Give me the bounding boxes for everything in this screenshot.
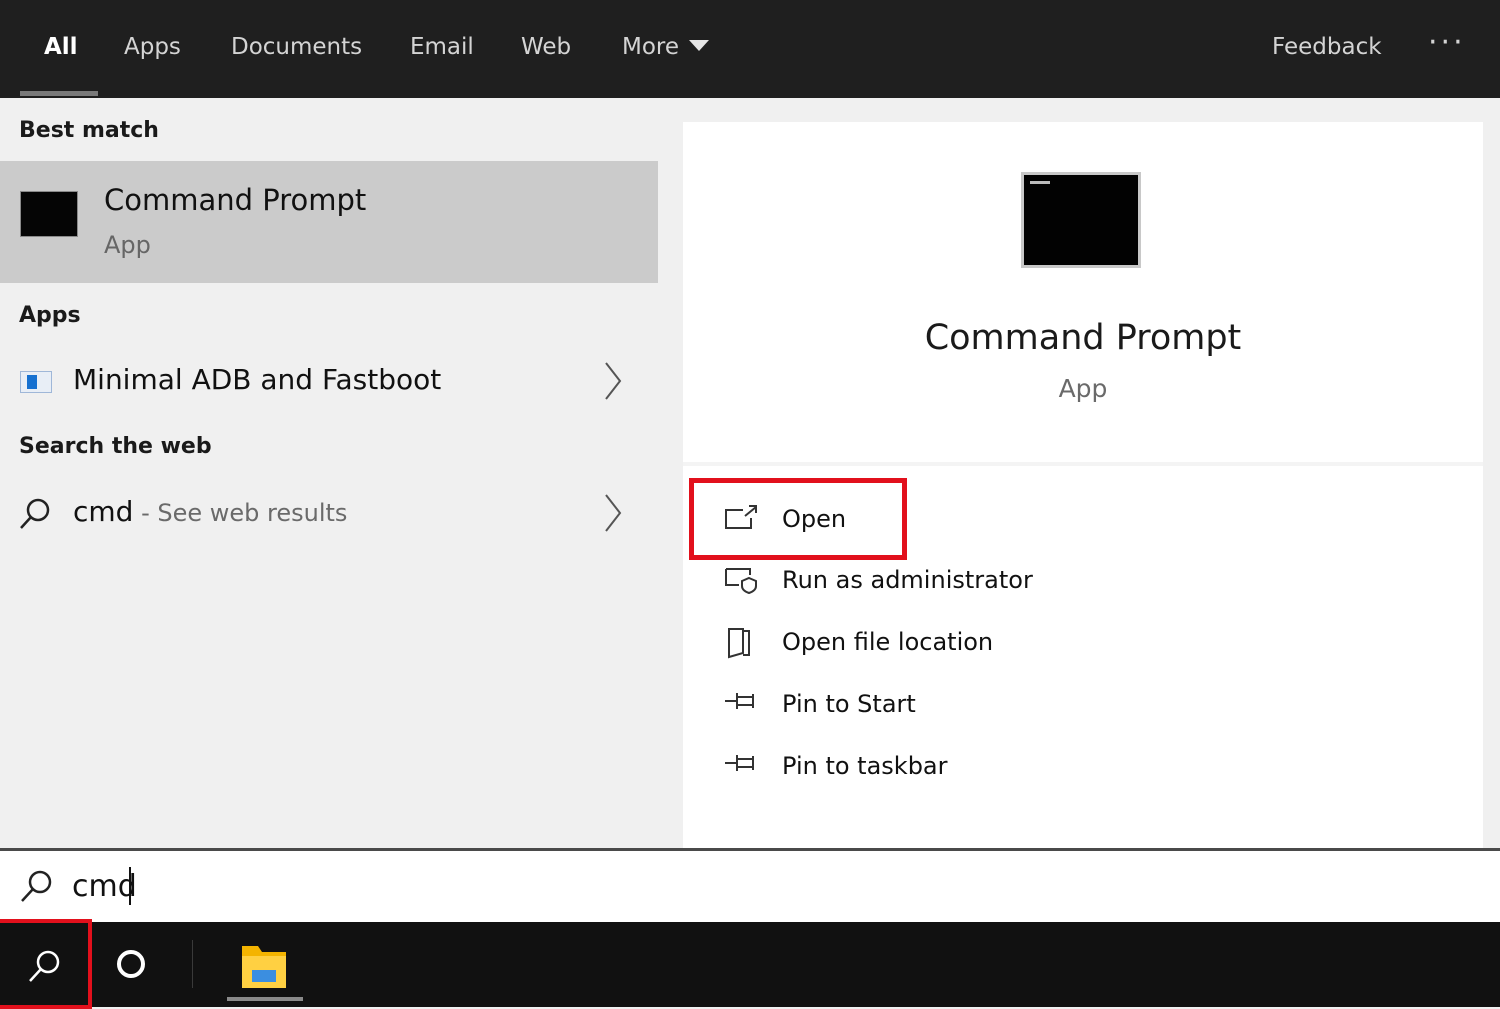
action-label: Run as administrator	[782, 566, 1033, 594]
text-cursor	[129, 867, 131, 905]
search-icon	[20, 498, 50, 529]
search-input[interactable]	[72, 861, 1472, 911]
tab-web[interactable]: Web	[521, 30, 571, 64]
chevron-right-icon[interactable]	[600, 359, 624, 403]
apps-heading: Apps	[19, 303, 81, 328]
open-action[interactable]: Open	[723, 496, 1223, 548]
command-prompt-icon	[20, 191, 78, 237]
command-prompt-icon	[1021, 172, 1141, 268]
pin-to-start-action[interactable]: Pin to Start	[723, 681, 1223, 733]
best-match-name: Command Prompt	[104, 183, 367, 217]
detail-title: Command Prompt	[924, 318, 1242, 358]
taskbar-separator	[192, 940, 193, 988]
caret-down-icon	[689, 40, 710, 51]
action-label: Pin to taskbar	[782, 752, 948, 780]
adb-app-icon	[20, 371, 52, 393]
action-label: Open file location	[782, 628, 994, 656]
taskbar	[0, 919, 1500, 1009]
chevron-right-icon[interactable]	[600, 491, 624, 535]
open-icon	[725, 505, 757, 529]
web-result-label: cmd - See web results	[73, 495, 347, 528]
tab-more-label: More	[622, 34, 680, 60]
tab-all[interactable]: All	[44, 30, 78, 64]
tab-documents[interactable]: Documents	[231, 30, 362, 64]
web-result-item[interactable]: cmd - See web results	[0, 485, 658, 545]
pin-icon	[725, 693, 754, 709]
file-explorer-icon[interactable]	[224, 934, 304, 1004]
more-options-button[interactable]: ···	[1428, 26, 1466, 60]
tab-more[interactable]: More	[622, 30, 710, 64]
action-label: Open	[782, 505, 847, 533]
tab-email[interactable]: Email	[410, 30, 474, 64]
best-match-type: App	[104, 231, 151, 259]
taskbar-search-button[interactable]	[0, 922, 92, 1007]
app-result-label: Minimal ADB and Fastboot	[73, 363, 442, 396]
detail-panel: Command Prompt App Open Run as administr…	[683, 122, 1483, 848]
search-box	[0, 848, 1500, 922]
search-icon	[21, 870, 52, 902]
search-icon	[29, 950, 60, 982]
web-result-query: cmd	[73, 495, 134, 528]
cortana-icon[interactable]	[117, 950, 145, 978]
best-match-result[interactable]: Command Prompt App	[0, 161, 658, 283]
best-match-heading: Best match	[19, 118, 159, 143]
search-web-heading: Search the web	[19, 434, 212, 459]
pin-icon	[725, 755, 754, 771]
search-filter-bar: All Apps Documents Email Web More Feedba…	[0, 0, 1500, 98]
action-label: Pin to Start	[782, 690, 916, 718]
web-result-suffix: - See web results	[133, 499, 348, 527]
results-panel: Best match Command Prompt App Apps Minim…	[0, 98, 658, 848]
active-tab-indicator	[20, 91, 98, 96]
tab-apps[interactable]: Apps	[124, 30, 181, 64]
active-app-indicator	[227, 997, 303, 1001]
run-as-admin-action[interactable]: Run as administrator	[723, 557, 1223, 609]
list-item[interactable]: Minimal ADB and Fastboot	[0, 353, 658, 413]
open-file-location-action[interactable]: Open file location	[723, 619, 1223, 671]
feedback-button[interactable]: Feedback	[1272, 30, 1382, 64]
divider	[683, 462, 1483, 466]
file-location-icon	[728, 628, 750, 659]
run-as-admin-icon	[725, 568, 757, 595]
detail-type: App	[1058, 374, 1108, 403]
pin-to-taskbar-action[interactable]: Pin to taskbar	[723, 743, 1223, 795]
